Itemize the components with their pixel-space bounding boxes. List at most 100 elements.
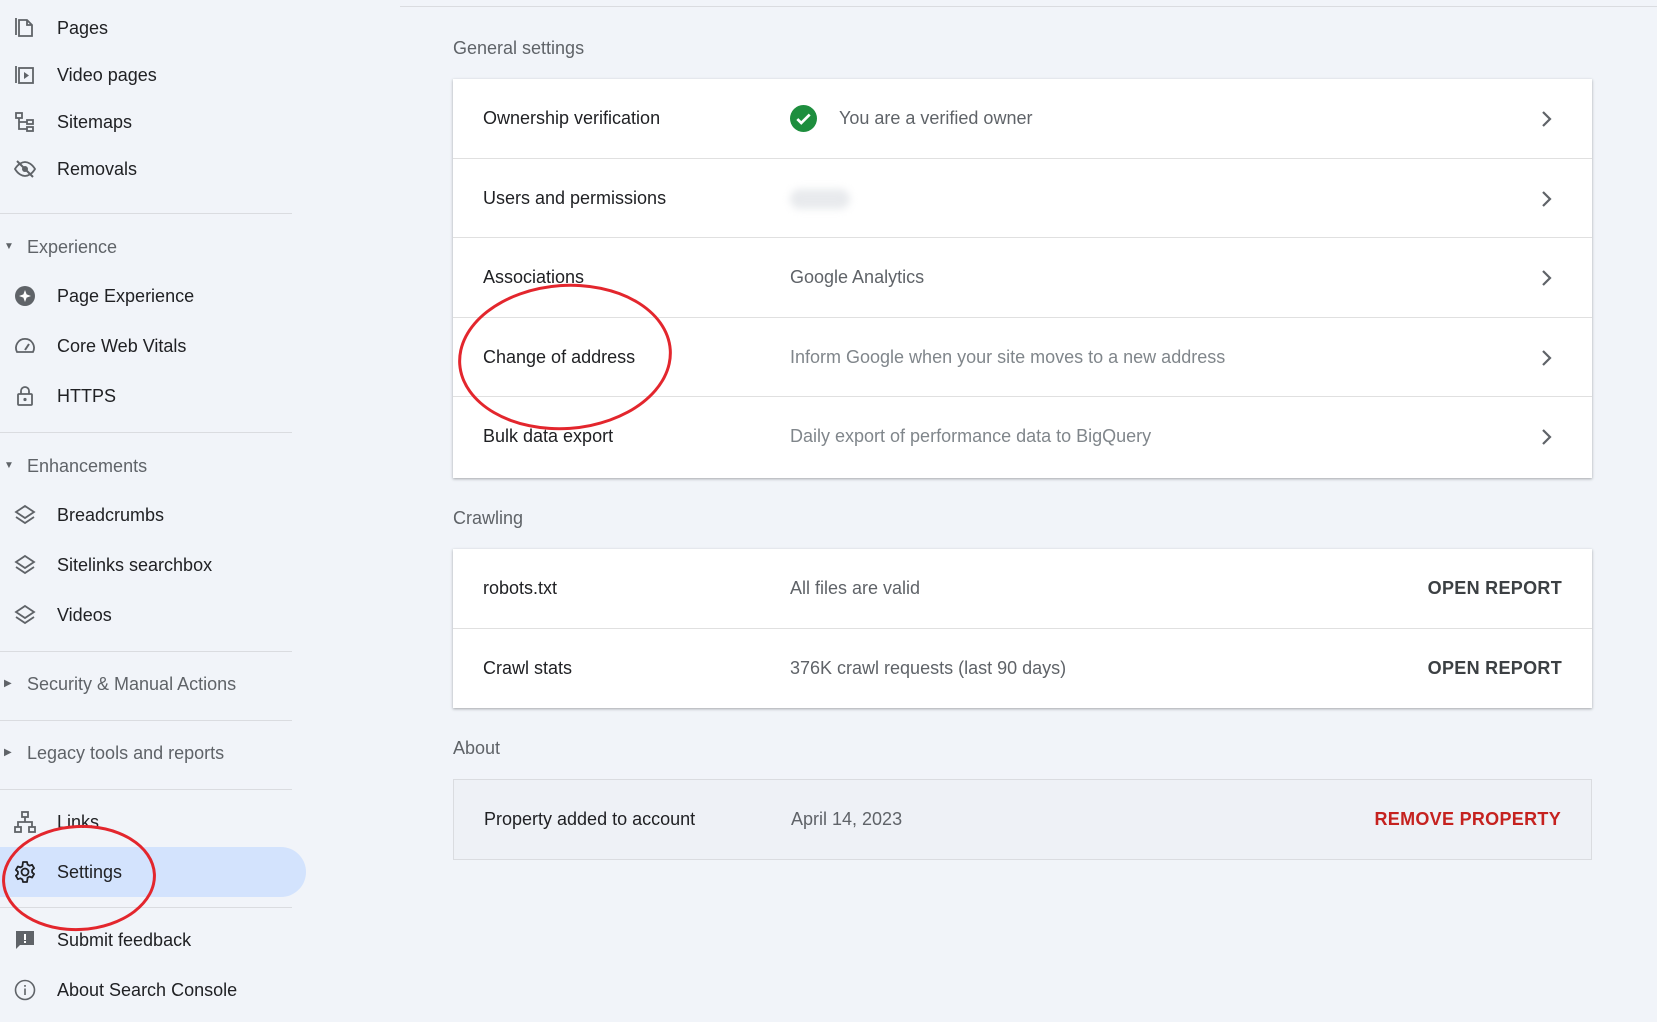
- sidebar-item-label: Videos: [57, 605, 112, 625]
- sidebar-item-pages[interactable]: Pages: [0, 3, 306, 53]
- lock-icon: [17, 386, 33, 406]
- about-title: About: [453, 738, 501, 758]
- sidebar-item-page-experience[interactable]: Page Experience: [0, 271, 306, 321]
- sidebar-item-breadcrumbs[interactable]: Breadcrumbs: [0, 490, 306, 540]
- sidebar-item-label: HTTPS: [57, 386, 117, 406]
- row-label: Crawl stats: [483, 657, 573, 678]
- sidebar-divider: [0, 651, 292, 652]
- row-label: Change of address: [483, 346, 636, 367]
- row-label: Users and permissions: [483, 187, 667, 208]
- header-divider: [400, 6, 1657, 7]
- speedometer-icon: [15, 338, 35, 353]
- general-settings-title: General settings: [453, 38, 585, 58]
- sidebar-section-label: Legacy tools and reports: [27, 743, 225, 763]
- open-report-button[interactable]: OPEN REPORT: [1428, 629, 1562, 708]
- property-added-row: Property added to account April 14, 2023…: [454, 780, 1591, 860]
- chevron-right-icon: [1542, 429, 1552, 445]
- sidebar-divider: [0, 432, 292, 433]
- removals-icon: [13, 160, 37, 178]
- sidebar-item-label: Sitemaps: [57, 112, 133, 132]
- row-value: All files are valid: [790, 578, 921, 598]
- sidebar-divider: [0, 213, 292, 214]
- sidebar-item-label: Removals: [57, 159, 138, 179]
- sidebar-item-links[interactable]: Links: [0, 797, 306, 847]
- crawl-stats-row: Crawl stats 376K crawl requests (last 90…: [453, 629, 1592, 709]
- layers-icon: [14, 554, 36, 575]
- layers-icon: [14, 604, 36, 625]
- row-value: Inform Google when your site moves to a …: [790, 346, 1226, 367]
- video-pages-icon: [15, 66, 34, 84]
- chevron-right-icon: [1542, 111, 1552, 127]
- users-and-permissions-row[interactable]: Users and permissions: [453, 159, 1592, 238]
- sidebar-divider: [0, 720, 292, 721]
- row-label: Associations: [483, 267, 585, 287]
- sidebar-item-sitelinks-searchbox[interactable]: Sitelinks searchbox: [0, 540, 306, 590]
- row-value: Google Analytics: [790, 267, 925, 287]
- bulk-data-export-row[interactable]: Bulk data export Daily export of perform…: [453, 397, 1592, 477]
- open-report-button[interactable]: OPEN REPORT: [1428, 549, 1562, 628]
- sidebar-divider: [0, 907, 292, 908]
- row-label: robots.txt: [483, 578, 558, 598]
- sidebar-item-videos[interactable]: Videos: [0, 590, 306, 640]
- layers-icon: [14, 504, 36, 525]
- chevron-right-icon: [1542, 190, 1552, 207]
- caret-down-icon: ▼: [4, 460, 14, 471]
- remove-property-button[interactable]: REMOVE PROPERTY: [1374, 780, 1561, 859]
- ownership-verification-row[interactable]: Ownership verification You are a verifie…: [453, 79, 1592, 159]
- sidebar: Pages Video pages Sitemaps Removals ▼ Ex…: [0, 0, 310, 1022]
- crawling-card: robots.txt All files are valid OPEN REPO…: [453, 549, 1592, 708]
- sidebar-item-label: Video pages: [57, 65, 157, 85]
- page-experience-icon: [15, 286, 35, 306]
- sidebar-item-video-pages[interactable]: Video pages: [0, 50, 306, 100]
- sidebar-item-label: Breadcrumbs: [57, 505, 165, 525]
- sidebar-section-experience[interactable]: ▼ Experience: [0, 227, 290, 267]
- caret-right-icon: ▶: [4, 678, 12, 689]
- sidebar-item-label: Sitelinks searchbox: [57, 555, 213, 575]
- sidebar-item-https[interactable]: HTTPS: [0, 371, 306, 421]
- sidebar-item-sitemaps[interactable]: Sitemaps: [0, 97, 306, 147]
- sidebar-item-core-web-vitals[interactable]: Core Web Vitals: [0, 321, 306, 371]
- chevron-right-icon: [1542, 270, 1552, 286]
- sidebar-divider: [0, 789, 292, 790]
- sidebar-item-removals[interactable]: Removals: [0, 144, 306, 194]
- chevron-right-icon: [1542, 349, 1552, 366]
- sidebar-item-label: Links: [57, 812, 100, 832]
- caret-down-icon: ▼: [4, 241, 14, 252]
- sidebar-item-label: Settings: [57, 862, 123, 882]
- caret-right-icon: ▶: [4, 747, 12, 758]
- change-of-address-row[interactable]: Change of address Inform Google when you…: [453, 318, 1592, 397]
- sidebar-item-settings[interactable]: Settings: [0, 847, 306, 897]
- crawling-title: Crawling: [453, 508, 524, 528]
- row-label: Bulk data export: [483, 426, 614, 446]
- sidebar-section-security[interactable]: ▶ Security & Manual Actions: [0, 664, 290, 704]
- sidebar-section-legacy[interactable]: ▶ Legacy tools and reports: [0, 733, 290, 773]
- sidebar-item-submit-feedback[interactable]: Submit feedback: [0, 915, 306, 965]
- sidebar-section-label: Enhancements: [27, 456, 148, 476]
- row-label: Property added to account: [484, 809, 696, 829]
- about-card: Property added to account April 14, 2023…: [453, 779, 1592, 860]
- general-settings-card: Ownership verification You are a verifie…: [453, 79, 1592, 478]
- search-console-settings-page: Pages Video pages Sitemaps Removals ▼ Ex…: [0, 0, 1657, 1022]
- associations-row[interactable]: Associations Google Analytics: [453, 238, 1592, 318]
- pages-icon: [15, 18, 33, 37]
- row-value: Daily export of performance data to BigQ…: [790, 426, 1152, 446]
- sidebar-item-label: Pages: [57, 18, 109, 38]
- sidebar-section-label: Experience: [27, 237, 118, 257]
- sidebar-item-about-search-console[interactable]: About Search Console: [0, 965, 306, 1015]
- gear-icon: [15, 861, 35, 883]
- sidebar-item-label: About Search Console: [57, 980, 238, 1000]
- row-value: 376K crawl requests (last 90 days): [790, 657, 1067, 678]
- row-value: April 14, 2023: [791, 809, 903, 829]
- feedback-icon: [16, 931, 34, 949]
- sidebar-item-label: Submit feedback: [57, 930, 192, 950]
- sitemaps-icon: [15, 112, 34, 132]
- sidebar-item-label: Core Web Vitals: [57, 336, 187, 356]
- links-icon: [14, 811, 36, 833]
- info-icon: [14, 979, 36, 1001]
- redacted-value: [790, 188, 850, 209]
- check-circle-icon: [790, 105, 817, 132]
- row-value: You are a verified owner: [839, 108, 1033, 128]
- sidebar-section-enhancements[interactable]: ▼ Enhancements: [0, 446, 290, 486]
- sidebar-item-label: Page Experience: [57, 286, 195, 306]
- sidebar-section-label: Security & Manual Actions: [27, 674, 237, 694]
